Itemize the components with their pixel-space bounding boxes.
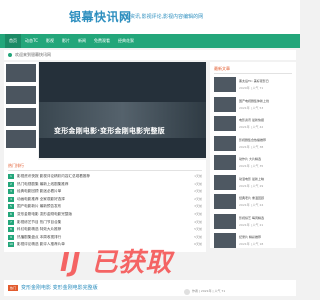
article-title[interactable]: 黑太后TC: 美好观影日 [239,79,292,83]
list-item-title[interactable]: 热播剧集盘点 本周收视排行 [17,235,177,240]
article-thumbnail[interactable] [214,174,236,190]
list-item[interactable]: 10 影视评论精选 影评人推荐片单 6天前 [8,241,202,249]
article-title[interactable]: 纪录片 精彩推荐 [239,235,292,239]
nav-item-free[interactable]: 免费观看 [90,34,114,48]
rank-number: 8 [8,227,14,233]
article-meta: 作者 | 2021年 | 人气 71 [192,289,226,293]
site-tagline: 影视资讯,影视评论,影视内容编辑的网 [120,14,204,20]
list-item-date: 5天前 [194,234,202,239]
sidebar-article[interactable]: 动作片 大片精选 2021年 | 人气 35 [214,155,292,175]
nav-item-film[interactable]: 影视 [42,34,58,48]
rank-number: 2 [8,181,14,187]
article-thumbnail[interactable] [214,213,236,229]
rank-number: 5 [8,204,14,210]
list-item-date: 2天前 [194,189,202,194]
list-item-title[interactable]: 科幻电影精选 特效大片推荐 [17,227,177,232]
article-title[interactable]: 经典老片 重温回顾 [239,196,292,200]
ranking-title: 热门排行 [8,163,24,168]
article-meta: 2021年 | 人气 29 [239,183,264,188]
article-thumbnail[interactable] [214,155,236,170]
list-item-date: 1天前 [194,174,202,178]
divider [8,170,202,171]
sidebar-article[interactable]: 黑太后TC: 美好观影日 2020年 | 人气 71 [214,77,292,97]
rank-number: 3 [8,189,14,195]
article-meta: 2021年 | 人气 53 [239,105,264,110]
list-item-title[interactable]: 变形金刚电影 变形金刚电影完整版 [17,212,177,217]
article-thumbnail[interactable] [214,233,236,248]
article-meta: 2020年 | 人气 71 [239,86,264,90]
featured-banner[interactable]: 变形金刚电影·变形金刚电影完整版 [39,62,206,158]
list-item-title[interactable]: 影视资讯快报 影视评论精彩内容汇总观看推荐 [17,174,177,179]
nav-item-classic[interactable]: 经典花絮 [114,34,138,48]
list-item-title[interactable]: 国产电影新片 最新预告发布 [17,204,177,209]
article-title[interactable]: 动作片 大片精选 [239,157,292,161]
nav-item-home[interactable]: 首页 [5,34,21,48]
list-item-date: 5天前 [194,227,202,232]
list-item-title[interactable]: 经典电影回顾 影迷必看片单 [17,189,177,194]
site-header: 银幕快讯网 影视资讯,影视评论,影视内容编辑的网 [0,0,300,34]
nav-item-movies[interactable]: 影片 [58,34,74,48]
list-item-date: 1天前 [194,181,202,186]
article-thumbnail[interactable] [214,194,236,209]
nav-item-news[interactable]: 新闻 [74,34,90,48]
nav-item-dynamic[interactable]: 动态TC [21,34,42,48]
rank-number: 4 [8,196,14,202]
article-thumbnail[interactable] [214,96,236,112]
notice-text: 欢迎来到银幕快讯网 [15,52,51,57]
banner-caption: 变形金刚电影·变形金刚电影完整版 [54,127,165,135]
article-meta: 2021年 | 人气 38 [239,144,264,149]
list-item-date: 3天前 [194,212,202,216]
thumbnail-image[interactable] [6,130,36,148]
article-meta: 2021年 | 人气 42 [239,125,264,129]
notice-icon [8,53,12,57]
list-item-title[interactable]: 动画电影推荐 全家观影好选择 [17,197,177,202]
article-meta: 2021年 | 人气 35 [239,164,264,168]
article-title[interactable]: 电影资讯 最新快报 [239,118,292,122]
sidebar-article[interactable]: 电影资讯 最新快报 2021年 | 人气 42 [214,116,292,136]
rank-number: 7 [8,219,14,225]
sidebar-article[interactable]: 影视剧集合热播推荐 2021年 | 人气 38 [214,135,292,156]
article-title[interactable]: 影视剧集合热播推荐 [239,138,292,142]
bottom-article-card[interactable]: 热门 变形金刚电影 变形金刚电影完整版 作者 | 2021年 | 人气 71 [4,280,296,296]
rank-number: 1 [8,174,14,179]
article-thumbnail[interactable] [214,135,236,151]
rank-number: 6 [8,212,14,217]
list-item-title[interactable]: 热门电视剧集 最新上线剧集推荐 [17,182,177,187]
article-meta: 2021年 | 人气 24 [239,203,264,207]
article-thumbnail[interactable] [214,77,236,92]
thumbnail-image[interactable] [6,86,36,104]
sidebar-title: 最新文章 [214,66,230,71]
rank-number: 10 [8,242,14,248]
thumbnail-column [4,62,38,162]
sidebar-article[interactable]: 经典老片 重温回顾 2021年 | 人气 24 [214,194,292,214]
list-item-date: 4天前 [194,219,202,224]
list-item-date: 6天前 [194,242,202,247]
article-meta: 2021年 | 人气 18 [239,242,264,246]
avatar [184,289,190,295]
article-title[interactable]: 国产电视剧集体新上线 [239,99,292,103]
sidebar-article[interactable]: 影视综艺 每周精选 2021年 | 人气 21 [214,213,292,234]
list-item-date: 3天前 [194,204,202,209]
divider [214,73,292,74]
article-meta: 2021年 | 人气 21 [239,222,264,227]
list-item-title[interactable]: 影视综艺节目 热门节目合集 [17,220,177,225]
article-title[interactable]: 动漫电影 最新上映 [239,177,292,181]
ranking-list: 热门排行 1 影视资讯快报 影视评论精彩内容汇总观看推荐 1天前 2 热门电视剧集 最新… [4,160,206,252]
sidebar-article[interactable]: 动漫电影 最新上映 2021年 | 人气 29 [214,174,292,195]
list-item-title[interactable]: 影视评论精选 影评人推荐片单 [17,242,177,247]
sidebar-article[interactable]: 国产电视剧集体新上线 2021年 | 人气 53 [214,96,292,117]
rank-number: 9 [8,234,14,240]
article-title[interactable]: 影视综艺 每周精选 [239,216,292,220]
article-title[interactable]: 变形金刚电影 变形金刚电影完整版 [21,284,98,291]
list-item-date: 2天前 [194,196,202,201]
sidebar-article[interactable]: 纪录片 精彩推荐 2021年 | 人气 18 [214,233,292,253]
sidebar-latest: 最新文章 黑太后TC: 美好观影日 2020年 | 人气 71 国产电视剧集体新上线… [210,62,296,248]
main-nav: 首页 动态TC 影视 影片 新闻 免费观看 经典花絮 [0,34,300,48]
thumbnail-image[interactable] [6,64,36,82]
notice-bar: 欢迎来到银幕快讯网 [4,50,296,60]
article-thumbnail[interactable] [214,116,236,131]
thumbnail-image[interactable] [6,108,36,126]
hot-badge: 热门 [8,285,18,291]
